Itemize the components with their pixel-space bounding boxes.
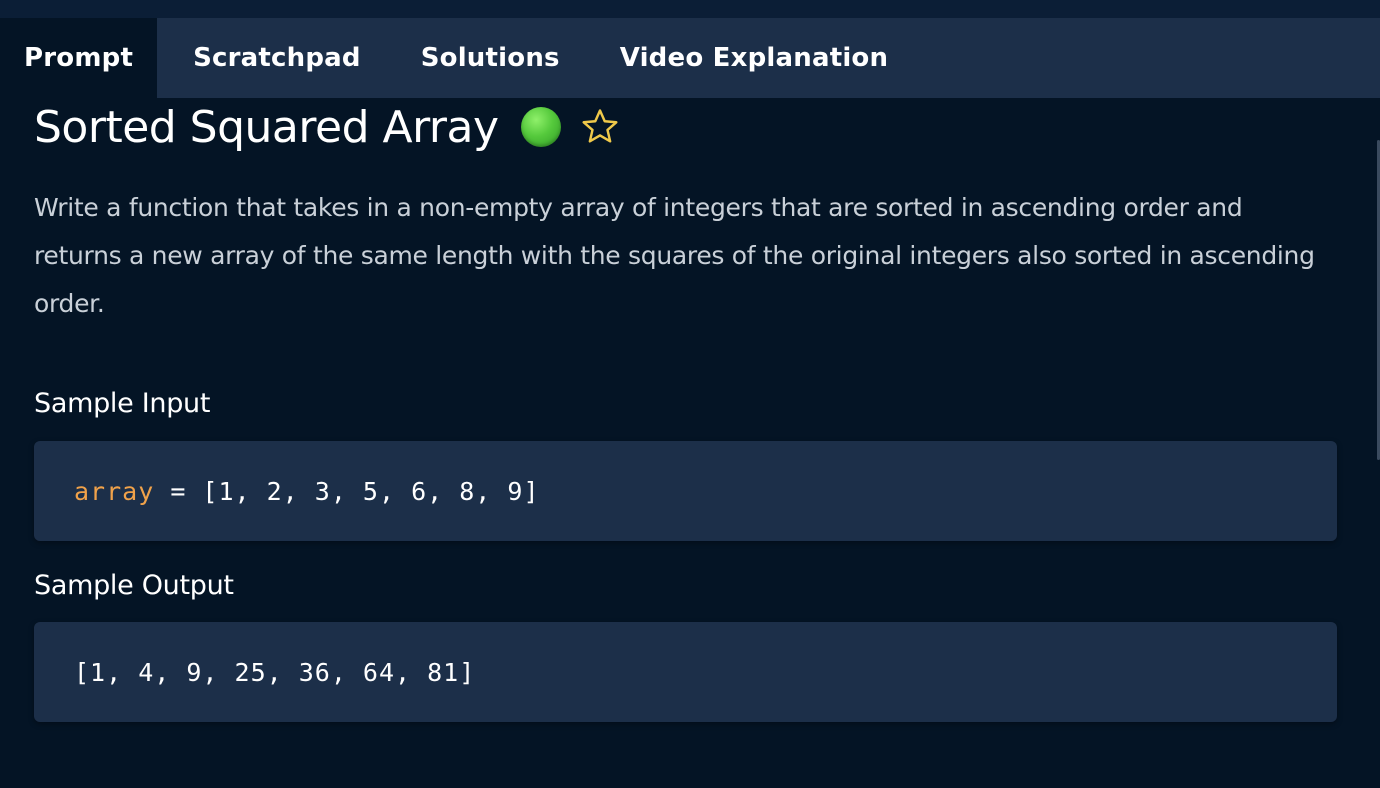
code-equals: =: [154, 476, 203, 506]
code-output-value: [1, 4, 9, 25, 36, 64, 81]: [74, 657, 476, 687]
page-title: Sorted Squared Array: [34, 101, 499, 153]
tab-scratchpad[interactable]: Scratchpad: [163, 18, 391, 98]
sample-input-label: Sample Input: [34, 388, 211, 419]
tab-prompt[interactable]: Prompt: [0, 18, 158, 98]
code-variable: array: [74, 476, 155, 506]
tab-solutions[interactable]: Solutions: [391, 18, 590, 98]
title-row: Sorted Squared Array: [34, 98, 1337, 156]
sample-output-label: Sample Output: [34, 570, 234, 601]
star-outline-icon[interactable]: [579, 106, 621, 148]
problem-description: Write a function that takes in a non-emp…: [34, 193, 1315, 318]
top-strip: [0, 0, 1380, 18]
prompt-panel: Sorted Squared Array Write a function th…: [34, 98, 1337, 722]
sample-input-code: array = [1, 2, 3, 5, 6, 8, 9]: [34, 441, 1337, 541]
tab-video-explanation[interactable]: Video Explanation: [590, 18, 919, 98]
sample-output-code: [1, 4, 9, 25, 36, 64, 81]: [34, 622, 1337, 722]
green-dot-icon: [520, 107, 561, 147]
tab-bar: Prompt Scratchpad Solutions Video Explan…: [0, 18, 1380, 98]
code-input-value: [1, 2, 3, 5, 6, 8, 9]: [202, 476, 540, 506]
